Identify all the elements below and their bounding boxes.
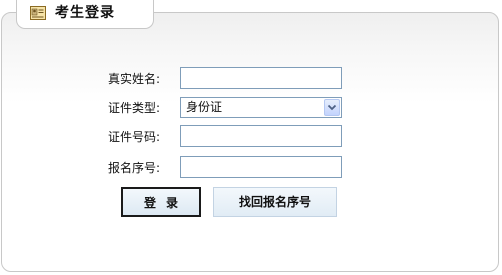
doc-type-label: 证件类型:: [108, 101, 161, 115]
doc-number-label: 证件号码:: [108, 130, 161, 144]
doc-type-selected-value: 身份证: [186, 100, 223, 114]
real-name-input[interactable]: [180, 67, 342, 89]
real-name-label: 真实姓名:: [108, 72, 161, 86]
login-button[interactable]: 登录: [121, 187, 201, 217]
chevron-down-icon[interactable]: [324, 99, 340, 116]
recover-reg-number-button[interactable]: 找回报名序号: [213, 187, 337, 217]
id-card-icon: [30, 6, 46, 20]
panel-title: 考生登录: [55, 5, 115, 21]
reg-number-input[interactable]: [180, 156, 342, 178]
panel-header-tab: 考生登录: [16, 0, 154, 29]
doc-number-input[interactable]: [180, 125, 342, 147]
reg-number-label: 报名序号:: [108, 161, 161, 175]
doc-type-select[interactable]: 身份证: [180, 97, 342, 118]
